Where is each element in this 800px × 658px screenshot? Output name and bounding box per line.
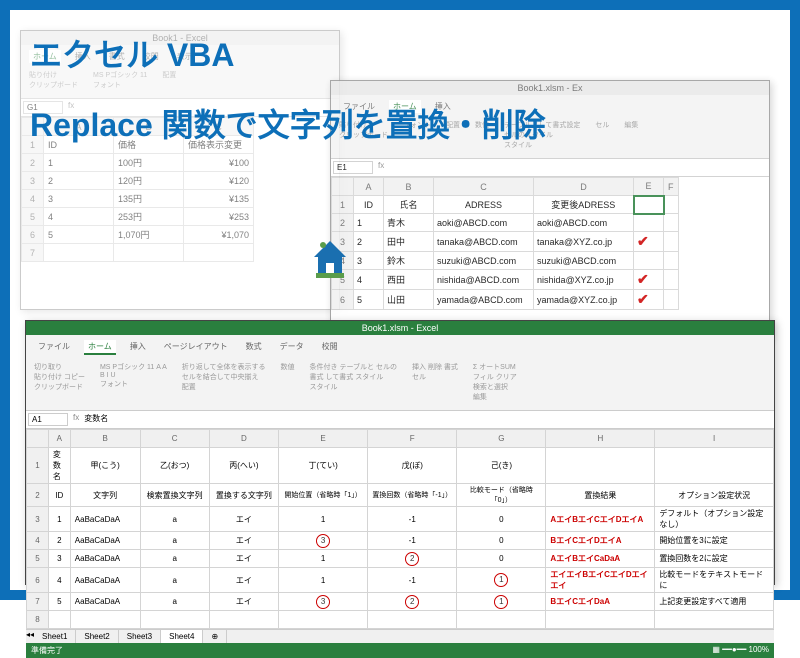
cells-group[interactable]: セル xyxy=(595,120,609,150)
name-box[interactable]: E1 xyxy=(333,161,373,174)
ribbon: ファイル ホーム 挿入 ページレイアウト 数式 データ 校閲 切り取り貼り付け … xyxy=(26,335,774,411)
circled-value: 2 xyxy=(405,552,419,566)
sheet-tab[interactable]: Sheet1 xyxy=(34,630,76,643)
check-icon: ✔ xyxy=(634,290,664,310)
circled-value: 1 xyxy=(494,595,508,609)
clipboard-group[interactable]: 切り取り貼り付け コピークリップボード xyxy=(34,362,85,402)
circled-value: 3 xyxy=(316,595,330,609)
check-icon: ✔ xyxy=(634,270,664,290)
align-group[interactable]: 折り返して全体を表示するセルを結合して中央揃え配置 xyxy=(182,362,266,402)
table-row: 42AaBaCaDaAaエイ3-10BエイCエイDエイA開始位置を3に設定 xyxy=(27,532,774,550)
number-group[interactable]: 数値 xyxy=(281,362,295,402)
window-title: Book1.xlsm - Ex xyxy=(331,81,769,95)
sheet-tab[interactable]: Sheet4 xyxy=(161,630,203,643)
check-icon: ✔ xyxy=(634,232,664,252)
variable-label: 変数名 xyxy=(48,448,70,484)
tab-home[interactable]: ホーム xyxy=(84,340,116,355)
formula-content[interactable]: 変数名 xyxy=(84,413,108,426)
window-title: Book1.xlsm - Excel xyxy=(26,321,774,335)
styles-group[interactable]: 条件付き テーブルと セルの書式 して書式 スタイルスタイル xyxy=(310,362,397,402)
page-title: エクセル VBA xyxy=(30,30,234,76)
view-normal-icon[interactable]: ▦ xyxy=(712,645,720,654)
circled-value: 2 xyxy=(405,595,419,609)
tab-file[interactable]: ファイル xyxy=(34,340,74,355)
house-icon xyxy=(310,235,350,288)
tab-data[interactable]: データ xyxy=(276,340,308,355)
formula-bar[interactable]: A1 fx 変数名 xyxy=(26,411,774,429)
circled-value: 3 xyxy=(316,534,330,548)
spreadsheet-grid[interactable]: A B C D E F G H I 1変数名 甲(こう) 乙(おつ) 丙(へい)… xyxy=(26,429,774,629)
table-row: 31AaBaCaDaAaエイ1-10AエイBエイCエイDエイAデフォルト（オプシ… xyxy=(27,507,774,532)
spreadsheet-grid[interactable]: ABCDEF 1ID氏名ADRESS変更後ADRESS 21青木aoki@ABC… xyxy=(331,177,769,310)
tab-review[interactable]: 校閲 xyxy=(318,340,342,355)
sheet-tab[interactable]: Sheet2 xyxy=(76,630,118,643)
sheet-tabs[interactable]: ◂◂ Sheet1 Sheet2 Sheet3 Sheet4 ⊕ xyxy=(26,629,774,643)
table-row: 75AaBaCaDaAaエイ321BエイCエイDaA上記変更設定すべて適用 xyxy=(27,593,774,611)
tab-page[interactable]: ページレイアウト xyxy=(160,340,232,355)
zoom-slider[interactable]: ━━●━━ xyxy=(722,645,746,654)
page-subtitle: Replace 関数で文字列を置換・削除 xyxy=(30,100,546,146)
font-group[interactable]: MS Pゴシック 11 A AB I Uフォント xyxy=(100,362,167,402)
circled-value: 1 xyxy=(494,573,508,587)
cells-group[interactable]: 挿入 削除 書式セル xyxy=(412,362,458,402)
fx-icon[interactable]: fx xyxy=(378,161,384,174)
status-bar: 準備完了 ▦ ━━●━━ 100% xyxy=(26,643,774,658)
status-text: 準備完了 xyxy=(31,645,63,656)
fx-icon[interactable]: fx xyxy=(73,413,79,426)
zoom-level[interactable]: 100% xyxy=(749,645,769,654)
edit-group[interactable]: 編集 xyxy=(624,120,638,150)
edit-group[interactable]: Σ オートSUMフィル クリア検索と選択編集 xyxy=(473,362,517,402)
table-row: 53AaBaCaDaAaエイ120AエイBエイCaDaA置換回数を2に設定 xyxy=(27,550,774,568)
table-row: 64AaBaCaDaAaエイ1-11エイエイBエイCエイDエイエイ比較モードをテ… xyxy=(27,568,774,593)
tab-formula[interactable]: 数式 xyxy=(242,340,266,355)
name-box[interactable]: A1 xyxy=(28,413,68,426)
nav-first-icon[interactable]: ◂◂ xyxy=(26,630,34,643)
excel-window-replace-demo: Book1.xlsm - Excel ファイル ホーム 挿入 ページレイアウト … xyxy=(25,320,775,585)
formula-bar[interactable]: E1 fx xyxy=(331,159,769,177)
sheet-tab[interactable]: Sheet3 xyxy=(119,630,161,643)
new-sheet-button[interactable]: ⊕ xyxy=(203,630,227,643)
tab-insert[interactable]: 挿入 xyxy=(126,340,150,355)
